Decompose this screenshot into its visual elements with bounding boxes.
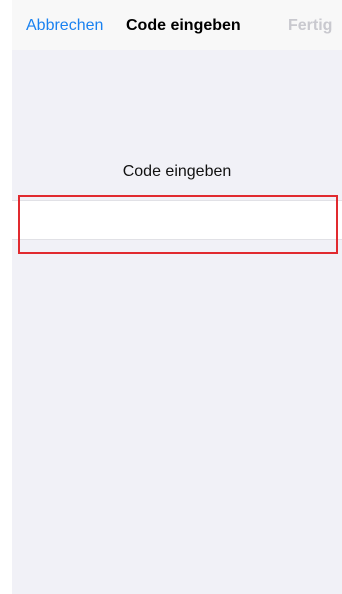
done-button[interactable]: Fertig bbox=[288, 17, 332, 35]
screen: Abbrechen Code eingeben Fertig Code eing… bbox=[12, 0, 342, 594]
code-input[interactable] bbox=[12, 200, 342, 240]
cancel-button[interactable]: Abbrechen bbox=[26, 17, 103, 35]
nav-title: Code eingeben bbox=[126, 17, 241, 34]
code-section-label: Code eingeben bbox=[122, 163, 232, 180]
navigation-bar: Abbrechen Code eingeben Fertig bbox=[12, 0, 342, 50]
